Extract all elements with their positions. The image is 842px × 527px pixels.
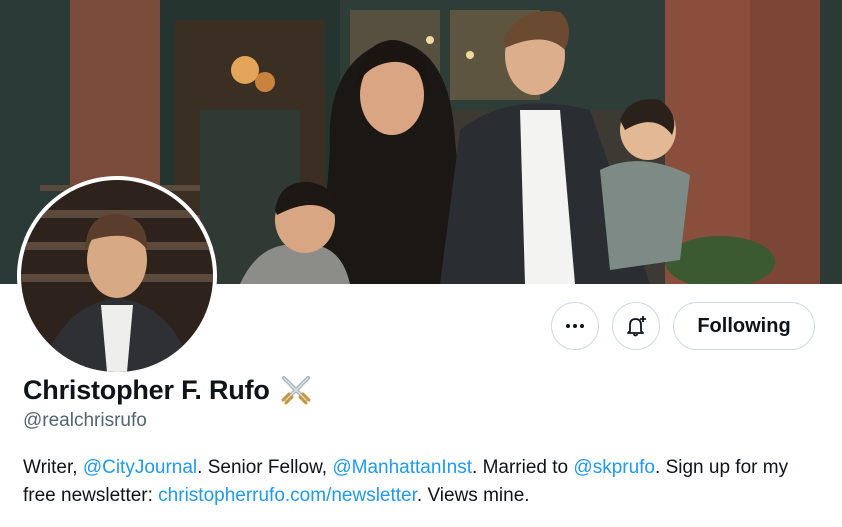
bio-text: . Senior Fellow,	[197, 457, 333, 478]
newsletter-link[interactable]: christopherrufo.com/newsletter	[158, 485, 417, 506]
profile-name: Christopher F. Rufo	[23, 374, 270, 405]
mention-skprufo[interactable]: @skprufo	[573, 457, 655, 478]
profile-handle: @realchrisrufo	[23, 410, 147, 431]
notifications-button[interactable]	[612, 302, 660, 350]
bio-text: . Views mine.	[416, 485, 530, 506]
profile-bio: Writer, @CityJournal. Senior Fellow, @Ma…	[23, 454, 823, 510]
profile-name-row: Christopher F. Rufo	[23, 372, 314, 408]
bio-text: Writer,	[23, 457, 83, 478]
bell-plus-icon	[627, 316, 646, 337]
avatar-photo	[21, 180, 213, 372]
crossed-swords-icon	[278, 372, 314, 408]
more-dots-icon	[566, 324, 584, 328]
following-label: Following	[697, 314, 791, 337]
profile-avatar[interactable]	[17, 176, 217, 376]
mention-manhattaninst[interactable]: @ManhattanInst	[332, 457, 472, 478]
more-button[interactable]	[551, 302, 599, 350]
mention-cityjournal[interactable]: @CityJournal	[83, 457, 197, 478]
following-button[interactable]: Following	[673, 302, 815, 350]
bio-text: . Married to	[472, 457, 574, 478]
